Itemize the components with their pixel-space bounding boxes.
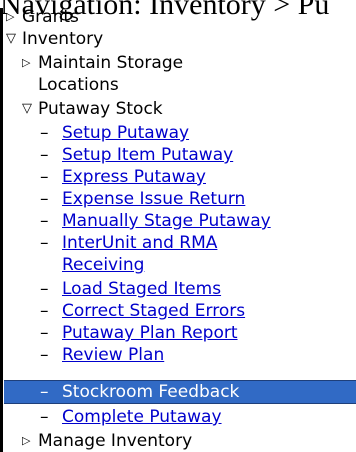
tree-link-express-putaway[interactable]: – Express Putaway: [40, 166, 206, 188]
tree-item-label: Inventory: [22, 29, 104, 49]
dash-bullet: –: [40, 323, 49, 343]
tree-link-expense-issue-return[interactable]: – Expense Issue Return: [40, 188, 245, 210]
tree-link-load-staged-items[interactable]: – Load Staged Items: [40, 278, 221, 300]
tree-link-manually-stage-putaway[interactable]: – Manually Stage Putaway: [40, 210, 271, 232]
link-label[interactable]: Receiving: [62, 255, 144, 275]
tree-item-label: Grants: [22, 7, 79, 27]
tree-link-interunit-and-rma-receiving[interactable]: – InterUnit and RMA: [40, 232, 217, 254]
navigation-tree: ▷ Grants ▽ Inventory ▷ Maintain Storage Loc…: [0, 0, 356, 452]
link-label[interactable]: Stockroom Feedback: [62, 382, 239, 402]
link-label[interactable]: Express Putaway: [62, 167, 206, 187]
tree-left-border: [0, 8, 3, 452]
dash-bullet: –: [40, 123, 49, 143]
tree-link-interunit-continuation[interactable]: Receiving: [62, 254, 144, 276]
dash-bullet: –: [40, 301, 49, 321]
link-label[interactable]: Review Plan: [62, 345, 164, 365]
tree-item-maintain-storage-locations[interactable]: ▷ Maintain Storage: [22, 52, 183, 74]
tree-item-label: Manage Inventory: [38, 431, 193, 451]
dash-bullet: –: [40, 211, 49, 231]
link-label[interactable]: InterUnit and RMA: [62, 233, 217, 253]
tree-item-label: Locations: [38, 75, 119, 95]
tree-item-manage-inventory[interactable]: ▷ Manage Inventory: [22, 430, 192, 452]
collapsed-triangle-icon[interactable]: ▷: [6, 6, 22, 28]
expanded-triangle-icon[interactable]: ▽: [22, 98, 38, 120]
expanded-triangle-icon[interactable]: ▽: [6, 28, 22, 50]
link-label[interactable]: Load Staged Items: [62, 279, 221, 299]
navigation-page: Navigation: Inventory > Pu ▷ Grants ▽ Inve…: [0, 0, 356, 452]
dash-bullet: –: [40, 233, 49, 253]
collapsed-triangle-icon[interactable]: ▷: [22, 430, 38, 452]
tree-link-setup-item-putaway[interactable]: – Setup Item Putaway: [40, 144, 233, 166]
dash-bullet: –: [40, 407, 49, 427]
tree-item-grants[interactable]: ▷ Grants: [6, 6, 79, 28]
tree-item-putaway-stock[interactable]: ▽ Putaway Stock: [22, 98, 163, 120]
dash-bullet: –: [40, 145, 49, 165]
link-label[interactable]: Complete Putaway: [62, 407, 222, 427]
dash-bullet: –: [40, 382, 49, 402]
tree-link-putaway-plan-report[interactable]: – Putaway Plan Report: [40, 322, 238, 344]
link-label[interactable]: Putaway Plan Report: [62, 323, 238, 343]
dash-bullet: –: [40, 345, 49, 365]
link-label[interactable]: Setup Item Putaway: [62, 145, 233, 165]
link-label[interactable]: Setup Putaway: [62, 123, 189, 143]
link-label[interactable]: Expense Issue Return: [62, 189, 245, 209]
tree-link-stockroom-feedback[interactable]: – Stockroom Feedback: [40, 381, 239, 403]
tree-item-label: Maintain Storage: [38, 53, 184, 73]
tree-link-review-plan[interactable]: – Review Plan: [40, 344, 164, 366]
tree-item-label: Putaway Stock: [38, 99, 163, 119]
tree-link-correct-staged-errors[interactable]: – Correct Staged Errors: [40, 300, 245, 322]
tree-link-setup-putaway[interactable]: – Setup Putaway: [40, 122, 189, 144]
link-label[interactable]: Manually Stage Putaway: [62, 211, 271, 231]
link-label[interactable]: Correct Staged Errors: [62, 301, 245, 321]
tree-item-label-continuation[interactable]: Locations: [38, 74, 119, 96]
tree-item-inventory[interactable]: ▽ Inventory: [6, 28, 103, 50]
selected-row-border-bottom: [4, 403, 356, 404]
dash-bullet: –: [40, 167, 49, 187]
dash-bullet: –: [40, 189, 49, 209]
collapsed-triangle-icon[interactable]: ▷: [22, 52, 38, 74]
tree-link-complete-putaway[interactable]: – Complete Putaway: [40, 406, 222, 428]
dash-bullet: –: [40, 279, 49, 299]
